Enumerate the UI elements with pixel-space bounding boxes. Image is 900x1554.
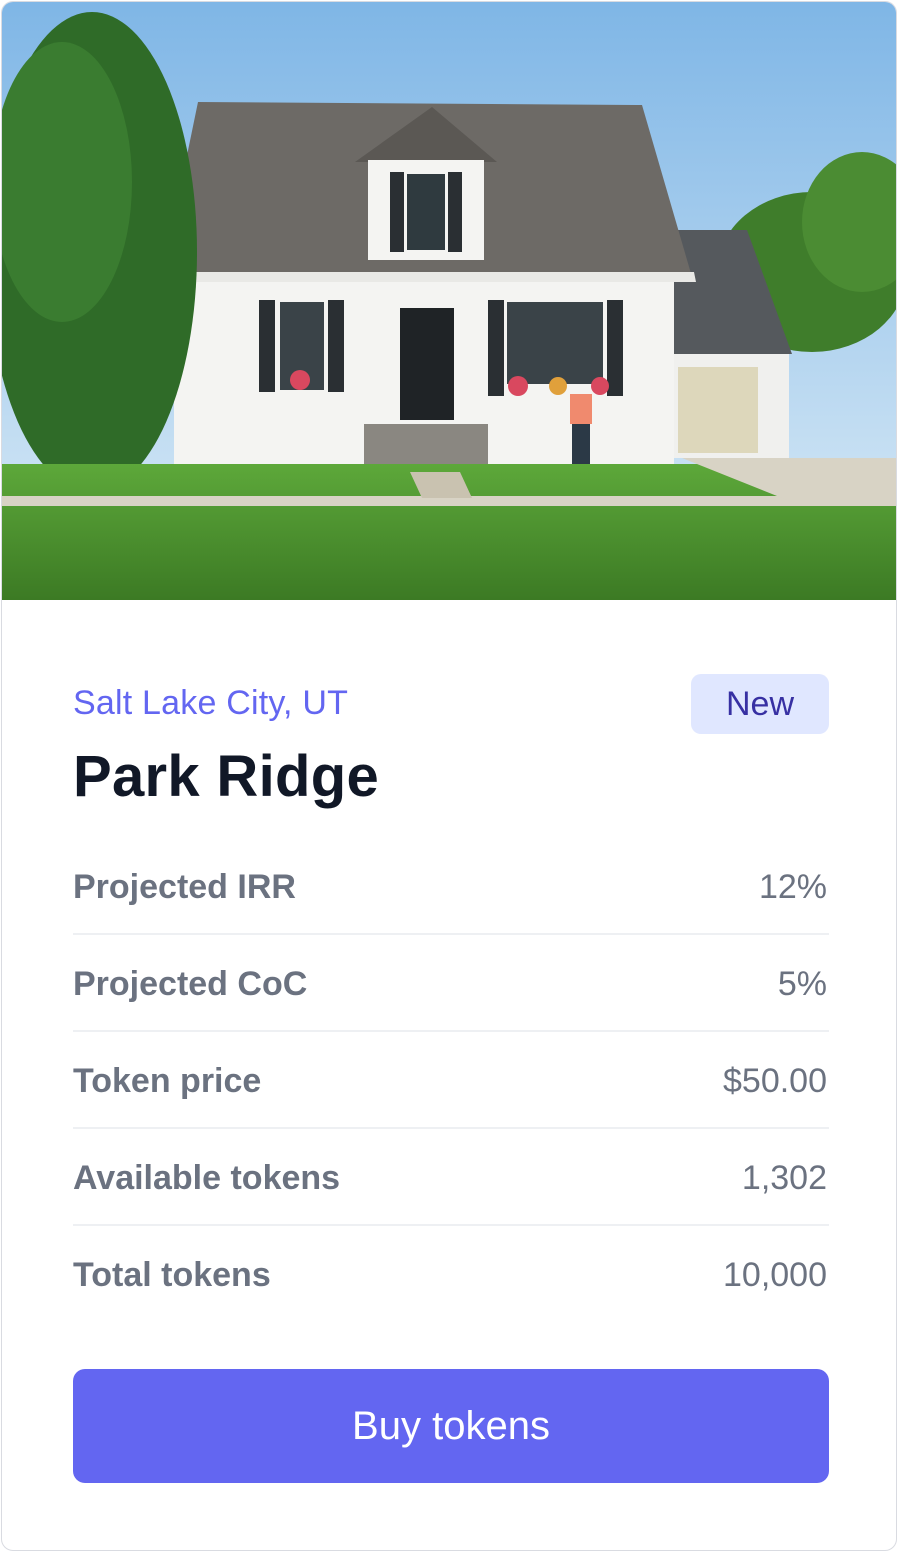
- card-header: Salt Lake City, UT New: [73, 674, 829, 734]
- stat-value: 12%: [758, 868, 827, 906]
- stats-list: Projected IRR 12% Projected CoC 5% Token…: [73, 838, 829, 1321]
- stat-row-total-tokens: Total tokens 10,000: [73, 1226, 829, 1321]
- status-badge: New: [691, 674, 829, 734]
- stat-value: $50.00: [723, 1062, 827, 1100]
- stat-value: 5%: [777, 965, 827, 1003]
- property-name: Park Ridge: [73, 744, 379, 809]
- stat-label: Token price: [73, 1062, 262, 1100]
- stat-label: Projected IRR: [73, 868, 296, 906]
- stat-row-token-price: Token price $50.00: [73, 1032, 829, 1129]
- stat-label: Available tokens: [73, 1159, 341, 1197]
- stat-row-projected-irr: Projected IRR 12%: [73, 838, 829, 935]
- stat-value: 1,302: [741, 1159, 827, 1197]
- stat-row-projected-coc: Projected CoC 5%: [73, 935, 829, 1032]
- location-label: Salt Lake City, UT: [73, 684, 349, 722]
- property-photo: [2, 2, 896, 600]
- stat-row-available-tokens: Available tokens 1,302: [73, 1129, 829, 1226]
- stat-value: 10,000: [723, 1256, 827, 1294]
- property-card: Salt Lake City, UT New Park Ridge Projec…: [1, 1, 897, 1551]
- stat-label: Projected CoC: [73, 965, 308, 1003]
- card-body: Salt Lake City, UT New Park Ridge Projec…: [73, 674, 829, 1321]
- buy-tokens-button[interactable]: Buy tokens: [73, 1369, 829, 1483]
- stat-label: Total tokens: [73, 1256, 271, 1294]
